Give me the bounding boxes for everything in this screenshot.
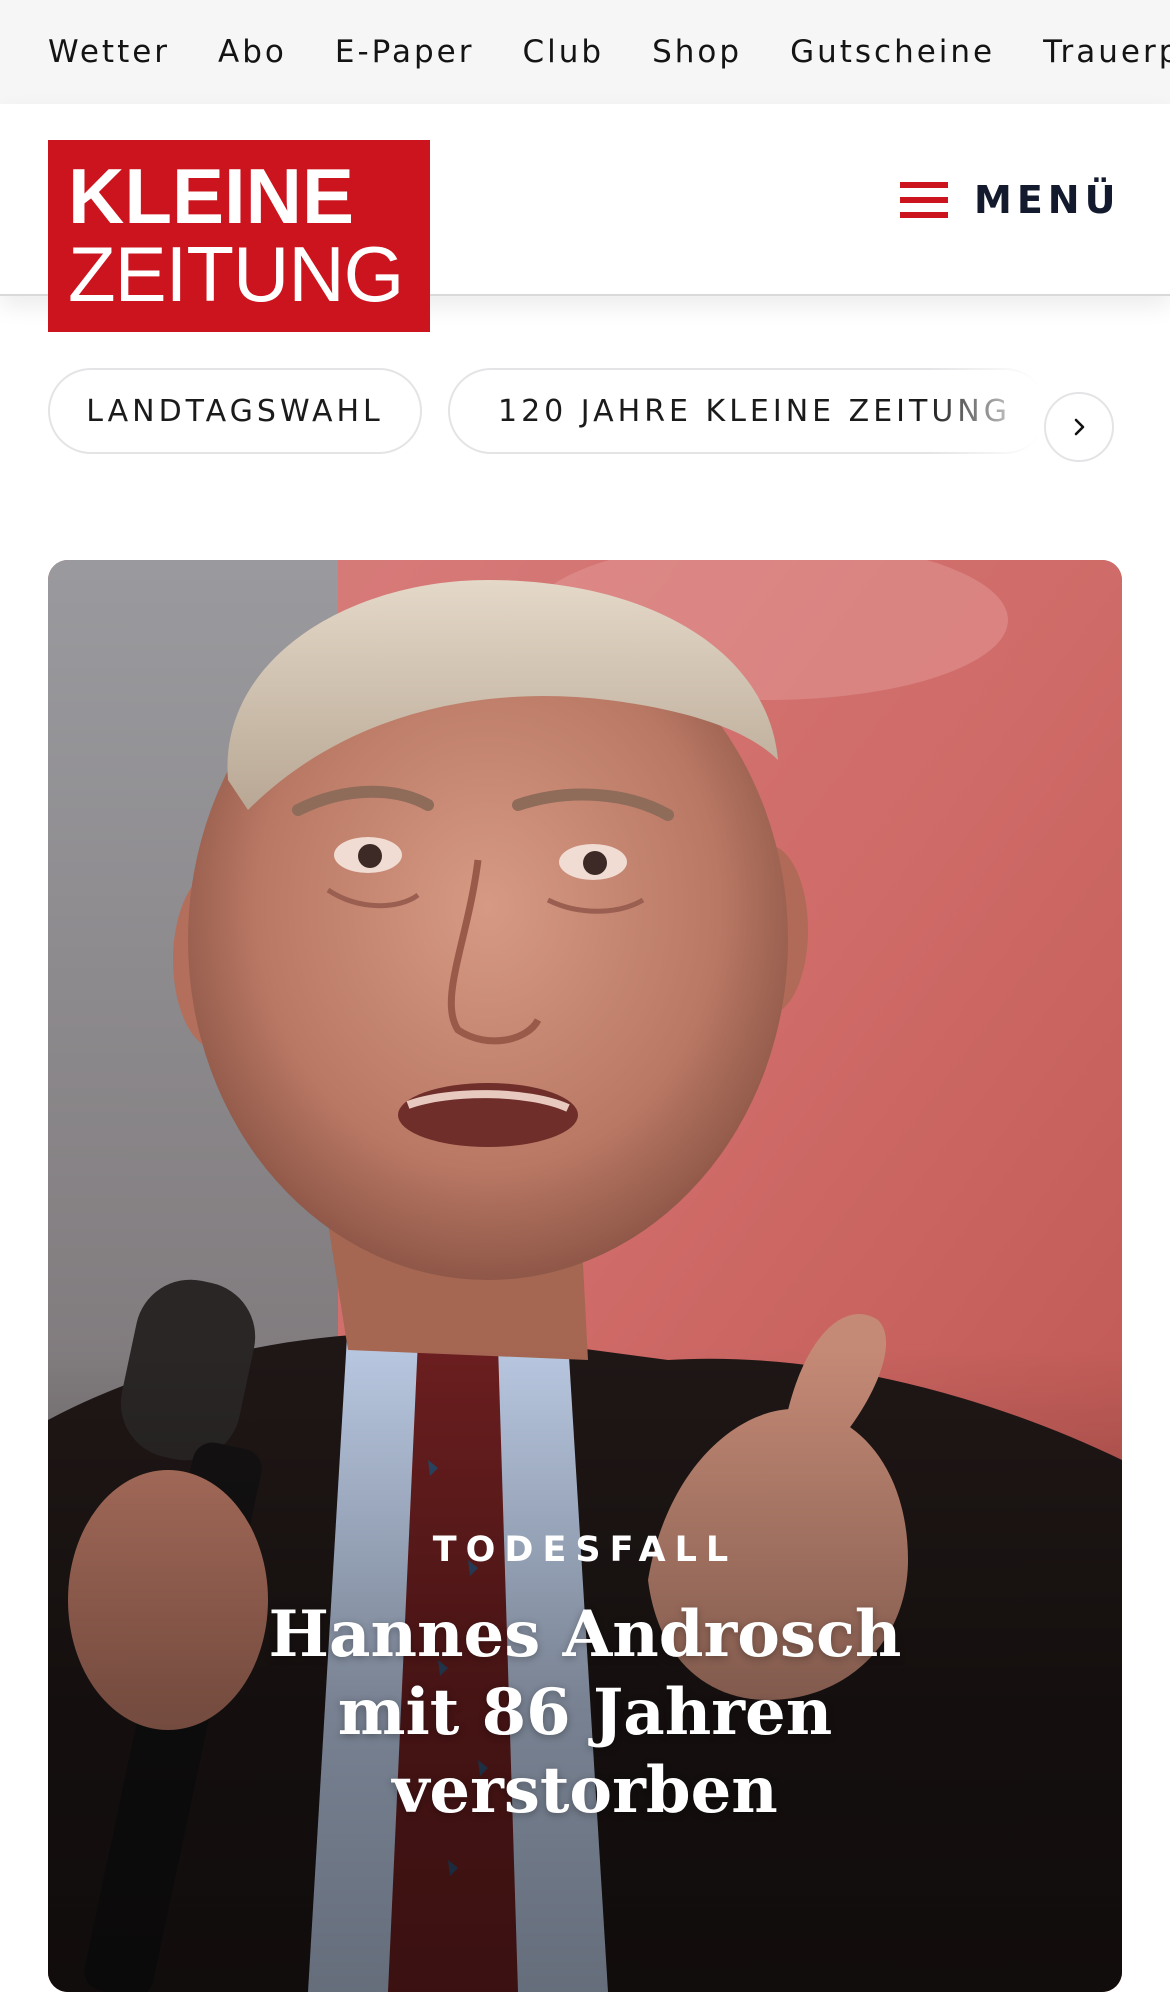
utility-link-gutscheine[interactable]: Gutscheine (790, 34, 995, 70)
menu-label: MENÜ (974, 178, 1121, 222)
utility-link-trauerportal[interactable]: Trauerportal (1043, 34, 1170, 70)
hamburger-icon (900, 182, 948, 218)
menu-button[interactable]: MENÜ (900, 168, 1120, 232)
hero-headline[interactable]: Hannes Androsch mit 86 Jahren verstorben (208, 1596, 962, 1830)
logo-text-zeitung: ZEITUNG (68, 230, 404, 318)
site-header: KLEINE ZEITUNG MENÜ (0, 104, 1170, 332)
utility-bar: Wetter Abo E-Paper Club Shop Gutscheine … (0, 0, 1170, 104)
chevron-right-icon (1074, 418, 1085, 436)
utility-link-abo[interactable]: Abo (218, 34, 287, 70)
hero-article-card[interactable]: TODESFALL Hannes Androsch mit 86 Jahren … (48, 560, 1122, 1992)
utility-links: Wetter Abo E-Paper Club Shop Gutscheine … (48, 0, 1170, 104)
hero-kicker: TODESFALL (432, 1530, 738, 1570)
site-logo[interactable]: KLEINE ZEITUNG (48, 140, 430, 332)
chip-landtagswahl[interactable]: LANDTAGSWAHL (48, 368, 422, 454)
logo-text-kleine: KLEINE (68, 152, 355, 240)
utility-link-wetter[interactable]: Wetter (48, 34, 170, 70)
utility-link-epaper[interactable]: E-Paper (335, 34, 475, 70)
chips-next-button[interactable] (1044, 392, 1114, 462)
utility-link-club[interactable]: Club (522, 34, 604, 70)
topic-chips: LANDTAGSWAHL 120 JAHRE KLEINE ZEITUNG (48, 368, 1148, 462)
utility-link-shop[interactable]: Shop (652, 34, 742, 70)
